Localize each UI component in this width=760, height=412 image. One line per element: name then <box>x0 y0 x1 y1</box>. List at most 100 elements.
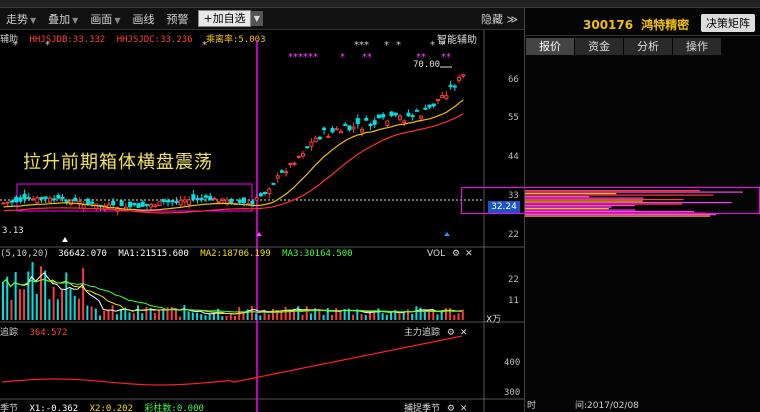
candle-body <box>376 114 381 119</box>
candle-body <box>440 94 445 98</box>
volume-bar <box>132 313 135 320</box>
candle-body <box>288 162 293 165</box>
vol-unit: X万 <box>486 315 502 325</box>
candle-body <box>360 128 365 133</box>
svg-text:**: ** <box>362 52 372 63</box>
triangle-marker <box>444 232 450 236</box>
volume-bar <box>136 305 139 320</box>
stock-title: 300176 鸿特精密 <box>583 16 689 33</box>
signal-stars: * * * *** * * * * <box>13 40 445 51</box>
candle-body <box>461 74 466 77</box>
tab-analysis[interactable]: 分析 <box>624 38 672 55</box>
volume-bar <box>158 310 161 320</box>
vol-ma1: MA1:21515.600 <box>118 249 189 259</box>
vol-ma3: MA3:30164.500 <box>282 249 353 259</box>
trace-panel-controls: 主力追踪 ⚙ ✕ <box>404 325 467 338</box>
candle-body <box>275 175 280 179</box>
trace-title: 主力追踪 <box>404 328 441 338</box>
candle-body <box>149 204 154 208</box>
volume-bar <box>444 307 447 320</box>
candle-body <box>187 199 192 206</box>
gear-icon[interactable]: ⚙ <box>447 404 455 412</box>
candle-body <box>398 115 403 120</box>
volume-bar <box>44 270 47 320</box>
candle-body <box>419 115 424 119</box>
candle-body <box>284 171 289 174</box>
trace-y-label: 400 <box>504 358 521 368</box>
candle-body <box>128 201 133 208</box>
candle-body <box>296 155 301 158</box>
candle-body <box>35 197 40 204</box>
volume-bar <box>73 295 76 320</box>
chip-bar <box>525 214 717 216</box>
candle-body <box>9 200 14 203</box>
candle-body <box>431 103 436 107</box>
candle-body <box>368 123 373 127</box>
volume-bar <box>90 306 93 320</box>
decision-matrix-button[interactable]: 决策矩阵 <box>701 14 755 32</box>
candle-body <box>220 198 225 202</box>
volume-bar <box>339 311 342 320</box>
candle-body <box>14 196 19 203</box>
candle-body <box>64 200 69 203</box>
volume-bar <box>301 315 304 320</box>
chart-annotation: 拉升前期箱体横盘震荡 <box>23 152 213 173</box>
candle-body <box>313 137 318 143</box>
candle-body <box>43 196 48 199</box>
candle-body <box>178 199 183 206</box>
candle-body <box>292 162 297 165</box>
candle-body <box>73 197 78 202</box>
trace-line <box>1 335 462 386</box>
candle-body <box>56 194 61 199</box>
candle-body <box>111 200 116 206</box>
svg-text:*: * <box>202 40 207 51</box>
y-label: 66 <box>508 75 519 85</box>
y-label: 55 <box>508 113 519 123</box>
volume-bar <box>187 311 190 320</box>
volume-bar <box>61 289 64 320</box>
volume-bar <box>453 315 456 320</box>
volume-bar <box>398 313 401 320</box>
volume-bar <box>56 299 59 320</box>
tab-quote[interactable]: 报价 <box>526 38 574 55</box>
y-label: 22 <box>508 230 519 240</box>
candle-body <box>182 199 187 203</box>
tab-operation[interactable]: 操作 <box>673 38 721 55</box>
gear-icon[interactable]: ⚙ <box>452 249 460 259</box>
candle-body <box>26 197 31 200</box>
candle-body <box>140 201 145 207</box>
candle-body <box>208 195 213 201</box>
volume-bar <box>208 313 211 320</box>
volume-bar <box>234 316 236 320</box>
volume-bar <box>309 313 312 320</box>
volume-bar <box>128 312 131 320</box>
candle-body <box>381 114 386 118</box>
candle-body <box>216 201 221 204</box>
stock-name: 鸿特精密 <box>641 18 690 32</box>
candle-body <box>457 76 462 81</box>
volume-bar <box>225 315 228 320</box>
volume-bar <box>415 306 418 320</box>
candle-body <box>203 195 208 198</box>
volume-bar <box>99 315 102 320</box>
candle-body <box>174 201 179 204</box>
volume-bar <box>10 299 13 320</box>
svg-text:*: * <box>340 52 345 63</box>
tab-funds[interactable]: 资金 <box>575 38 623 55</box>
volume-bar <box>14 271 17 320</box>
candle-body <box>258 193 263 197</box>
volume-bar <box>191 312 194 320</box>
close-icon[interactable]: ✕ <box>460 328 468 338</box>
volume-bar <box>259 315 262 320</box>
candle-body <box>144 203 149 206</box>
season-x1: X1:-0.362 <box>29 404 79 412</box>
volume-bar <box>432 311 435 320</box>
close-icon[interactable]: ✕ <box>465 249 473 259</box>
candle-body <box>31 198 36 201</box>
gear-icon[interactable]: ⚙ <box>447 328 455 338</box>
volume-bar <box>48 299 51 320</box>
candle-body <box>338 130 343 134</box>
candle-body <box>414 109 419 112</box>
close-icon[interactable]: ✕ <box>460 404 468 412</box>
volume-bar <box>179 316 182 320</box>
